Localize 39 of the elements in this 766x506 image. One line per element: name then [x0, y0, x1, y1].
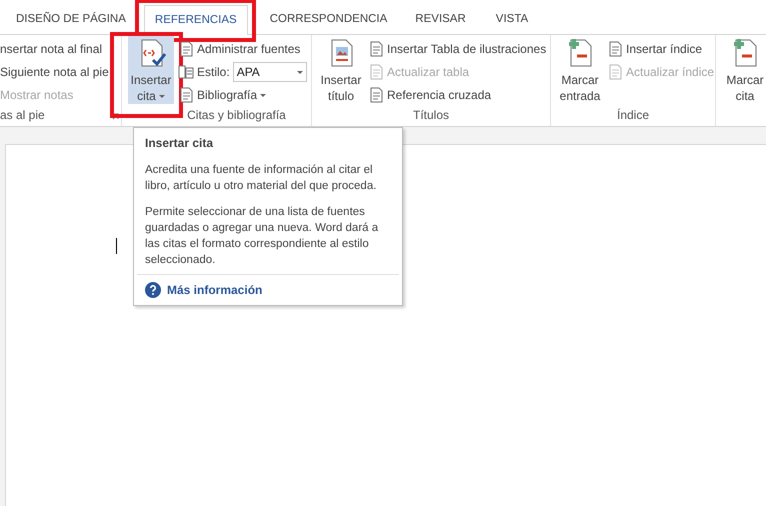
caret-icon — [158, 94, 165, 98]
ribbon-button[interactable]: Referencia cruzada — [368, 84, 492, 106]
tooltip-text: Acredita una fuente de información al citar el libro, artículo u otro material del que proceda. — [144, 163, 378, 194]
large-ribbon-button[interactable]: Marcar cita — [722, 35, 766, 104]
style-dropdown[interactable]: APA — [232, 62, 307, 82]
help-icon — [145, 282, 161, 298]
ribbon-button[interactable]: Siguiente nota al pie — [0, 61, 109, 83]
ribbon-button[interactable]: nsertar nota al final — [0, 38, 102, 60]
group-label: Citas y bibliografía — [187, 108, 286, 122]
ribbon-button[interactable]: Insertar Tabla de ilustraciones — [368, 38, 546, 60]
caret-icon — [296, 70, 303, 74]
document-icon — [607, 41, 623, 57]
text-cursor — [116, 238, 117, 254]
document-icon — [607, 64, 623, 80]
document-icon — [368, 87, 384, 103]
document-icon — [368, 41, 384, 57]
large-ribbon-button[interactable]: Insertar título — [318, 35, 364, 104]
group-label: as al pie — [0, 108, 45, 122]
ribbon-tab[interactable]: CORRESPONDENCIA — [260, 5, 398, 34]
group-label: Índice — [616, 108, 650, 122]
document-icon — [178, 87, 194, 103]
style-label: Estilo: — [197, 64, 230, 81]
large-ribbon-button[interactable]: Insertar cita — [128, 35, 174, 104]
document-icon — [368, 64, 384, 80]
ribbon-tab[interactable]: REFERENCIAS — [144, 5, 248, 35]
ribbon-button[interactable]: Insertar índice — [607, 38, 702, 60]
tooltip-title: Insertar cita — [144, 135, 214, 152]
ribbon-tab[interactable]: DISEÑO DE PÁGINA — [16, 5, 132, 34]
document-icon — [178, 41, 194, 57]
group-label: Títulos — [412, 108, 449, 122]
ribbon-button[interactable]: Administrar fuentes — [178, 38, 300, 60]
help-link[interactable]: Más información — [134, 275, 402, 299]
book-icon — [178, 64, 194, 80]
large-ribbon-button[interactable]: Marcar entrada — [557, 35, 603, 104]
tooltip-text: Permite seleccionar de una lista de fuentes guardadas o agregar una nueva. Word dará a las citas el formato correspondiente al estilo seleccionado. — [144, 205, 380, 268]
ribbon-tab[interactable]: REVISAR — [405, 5, 476, 34]
ribbon-button[interactable]: Bibliografía — [178, 84, 266, 106]
caret-icon — [260, 94, 266, 96]
ribbon-tab[interactable]: VISTA — [486, 5, 538, 34]
